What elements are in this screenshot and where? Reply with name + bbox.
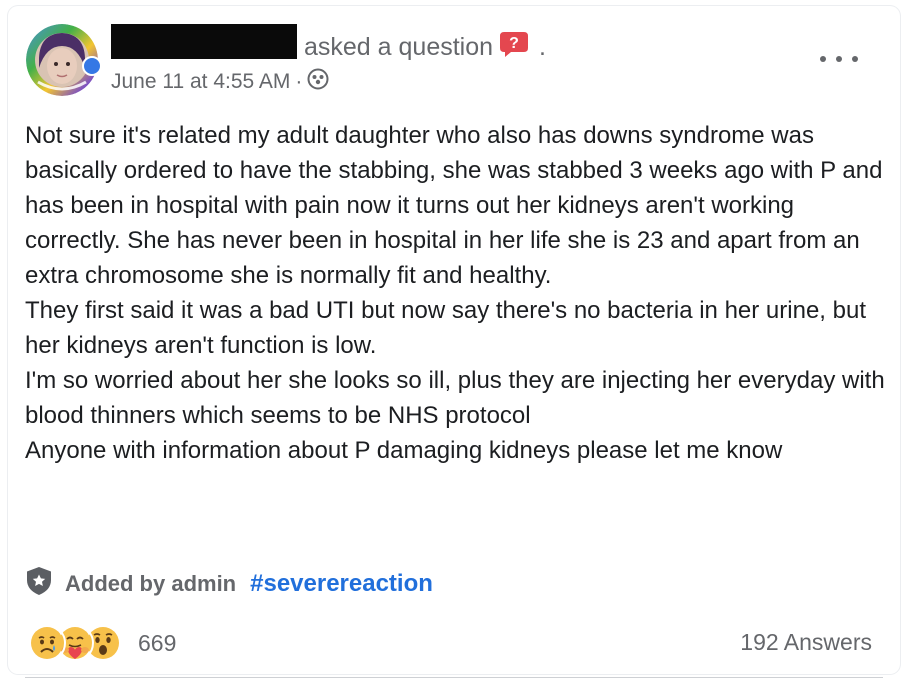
more-options-button[interactable]: [820, 46, 858, 72]
post-paragraph: Anyone with information about P damaging…: [25, 437, 783, 464]
asked-question-text: asked a question: [304, 33, 494, 61]
footer-divider: [25, 677, 883, 678]
author-name-redacted[interactable]: [111, 24, 297, 59]
hashtag-link[interactable]: #severereaction: [250, 570, 433, 598]
post-paragraph: Not sure it's related my adult daughter …: [25, 122, 883, 289]
added-by-admin-label: Added by admin: [65, 570, 237, 596]
post-paragraph: They first said it was a bad UTI but now…: [25, 297, 866, 359]
admin-tag-row: Added by admin #severereaction: [25, 566, 433, 601]
group-members-icon: [307, 68, 329, 96]
more-dot-icon: [820, 56, 826, 62]
more-dot-icon: [852, 56, 858, 62]
post-meta: June 11 at 4:55 AM ·: [111, 68, 329, 96]
admin-shield-icon: [25, 566, 53, 601]
question-post-card: asked a question ? . June 11 at 4:55 AM …: [8, 6, 900, 678]
meta-separator: ·: [295, 70, 303, 93]
reactions-summary[interactable]: 669: [28, 624, 176, 662]
avatar-status-badge: [82, 56, 102, 76]
question-bubble-icon: ?: [499, 30, 529, 65]
post-timestamp[interactable]: June 11 at 4:55 AM: [111, 70, 290, 94]
post-paragraph: I'm so worried about her she looks so il…: [25, 367, 885, 429]
post-body: Not sure it's related my adult daughter …: [25, 118, 885, 468]
more-dot-icon: [836, 56, 842, 62]
svg-text:?: ?: [509, 35, 519, 52]
answers-count-link[interactable]: 192 Answers: [740, 629, 872, 656]
sad-reaction-icon: [28, 624, 66, 662]
reaction-count[interactable]: 669: [138, 630, 176, 657]
trailing-dot: .: [539, 33, 546, 61]
action-line: asked a question ? .: [304, 30, 546, 65]
